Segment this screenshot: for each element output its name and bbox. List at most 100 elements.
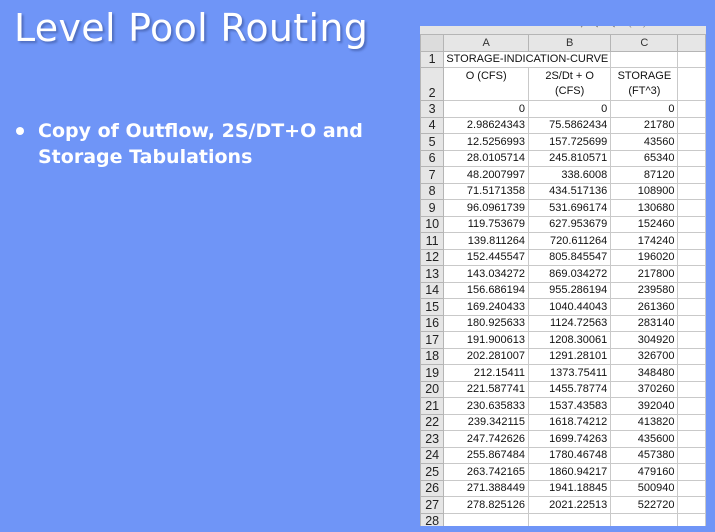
- row-header[interactable]: 28: [420, 512, 445, 526]
- select-all-corner[interactable]: [420, 34, 445, 52]
- header-cell-storage[interactable]: STORAGE (FT^3): [610, 67, 679, 101]
- cell-b[interactable]: 1455.78774: [528, 380, 612, 398]
- cell-c[interactable]: 65340: [610, 149, 679, 167]
- cell-c[interactable]: 196020: [610, 248, 679, 266]
- cell[interactable]: [677, 265, 706, 283]
- cell-a[interactable]: [443, 512, 530, 526]
- cell[interactable]: [677, 182, 706, 200]
- cell-b[interactable]: 157.725699: [528, 133, 612, 151]
- cell-a[interactable]: 139.811264: [443, 232, 530, 250]
- cell-b[interactable]: 869.034272: [528, 265, 612, 283]
- cell-a[interactable]: 156.686194: [443, 281, 530, 299]
- row-header[interactable]: 18: [420, 347, 445, 365]
- cell-b[interactable]: 1780.46748: [528, 446, 612, 464]
- cell-b[interactable]: 1291.28101: [528, 347, 612, 365]
- cell-a[interactable]: 247.742626: [443, 430, 530, 448]
- cell-b[interactable]: 338.6008: [528, 166, 612, 184]
- cell-c[interactable]: 326700: [610, 347, 679, 365]
- cell-a[interactable]: 12.5256993: [443, 133, 530, 151]
- row-header[interactable]: 15: [420, 298, 445, 316]
- cell-c[interactable]: 152460: [610, 215, 679, 233]
- cell-c[interactable]: 0: [610, 100, 679, 118]
- cell-c[interactable]: 261360: [610, 298, 679, 316]
- cell[interactable]: [677, 347, 706, 365]
- cell-b[interactable]: 1373.75411: [528, 364, 612, 382]
- cell[interactable]: [677, 512, 706, 526]
- cell[interactable]: [677, 430, 706, 448]
- cell[interactable]: [677, 446, 706, 464]
- cell-b[interactable]: 0: [528, 100, 612, 118]
- cell-a[interactable]: 152.445547: [443, 248, 530, 266]
- cell-c[interactable]: 174240: [610, 232, 679, 250]
- cell-a[interactable]: 263.742165: [443, 463, 530, 481]
- cell-b[interactable]: 531.696174: [528, 199, 612, 217]
- cell-a[interactable]: 2.98624343: [443, 116, 530, 134]
- cell[interactable]: [677, 479, 706, 497]
- cell-c[interactable]: 348480: [610, 364, 679, 382]
- cell-c[interactable]: 413820: [610, 413, 679, 431]
- cell-a[interactable]: 180.925633: [443, 314, 530, 332]
- cell-a[interactable]: 143.034272: [443, 265, 530, 283]
- column-header-d[interactable]: [677, 34, 706, 52]
- row-header[interactable]: 5: [420, 133, 445, 151]
- cell-c[interactable]: 435600: [610, 430, 679, 448]
- cell-b[interactable]: 2021.22513: [528, 496, 612, 514]
- cell-c[interactable]: 217800: [610, 265, 679, 283]
- row-header[interactable]: 19: [420, 364, 445, 382]
- cell-a[interactable]: 169.240433: [443, 298, 530, 316]
- cell[interactable]: [677, 331, 706, 349]
- cell[interactable]: [677, 116, 706, 134]
- cell[interactable]: [677, 397, 706, 415]
- row-header[interactable]: 2: [420, 67, 445, 101]
- row-header[interactable]: 3: [420, 100, 445, 118]
- cell-a[interactable]: 278.825126: [443, 496, 530, 514]
- cell-a[interactable]: 96.0961739: [443, 199, 530, 217]
- cell-a[interactable]: 239.342115: [443, 413, 530, 431]
- cell-b[interactable]: 955.286194: [528, 281, 612, 299]
- cell-c[interactable]: 108900: [610, 182, 679, 200]
- cell-a[interactable]: 271.388449: [443, 479, 530, 497]
- row-header[interactable]: 27: [420, 496, 445, 514]
- cell-b[interactable]: 720.611264: [528, 232, 612, 250]
- row-header[interactable]: 6: [420, 149, 445, 167]
- column-header-a[interactable]: A: [443, 34, 530, 52]
- cell-c[interactable]: 500940: [610, 479, 679, 497]
- cell[interactable]: [677, 248, 706, 266]
- row-header[interactable]: 24: [420, 446, 445, 464]
- row-header[interactable]: 8: [420, 182, 445, 200]
- row-header[interactable]: 20: [420, 380, 445, 398]
- cell[interactable]: [610, 50, 679, 68]
- row-header[interactable]: 11: [420, 232, 445, 250]
- row-header[interactable]: 1: [420, 50, 445, 68]
- cell[interactable]: [677, 100, 706, 118]
- cell[interactable]: [677, 232, 706, 250]
- cell-c[interactable]: 370260: [610, 380, 679, 398]
- cell[interactable]: [677, 199, 706, 217]
- cell-c[interactable]: 239580: [610, 281, 679, 299]
- cell-c[interactable]: 87120: [610, 166, 679, 184]
- cell-c[interactable]: 522720: [610, 496, 679, 514]
- cell-a[interactable]: 0: [443, 100, 530, 118]
- cell[interactable]: [677, 133, 706, 151]
- cell-a[interactable]: 230.635833: [443, 397, 530, 415]
- header-cell-2s-dt-o[interactable]: 2S/Dt + O (CFS): [528, 67, 612, 101]
- cell[interactable]: [677, 50, 706, 68]
- cell-b[interactable]: 627.953679: [528, 215, 612, 233]
- cell-b[interactable]: 1124.72563: [528, 314, 612, 332]
- cell-a[interactable]: 48.2007997: [443, 166, 530, 184]
- cell-b[interactable]: 75.5862434: [528, 116, 612, 134]
- row-header[interactable]: 26: [420, 479, 445, 497]
- row-header[interactable]: 23: [420, 430, 445, 448]
- row-header[interactable]: 12: [420, 248, 445, 266]
- row-header[interactable]: 9: [420, 199, 445, 217]
- cell-a[interactable]: 212.15411: [443, 364, 530, 382]
- cell-b[interactable]: 1860.94217: [528, 463, 612, 481]
- row-header[interactable]: 21: [420, 397, 445, 415]
- row-header[interactable]: 7: [420, 166, 445, 184]
- cell-c[interactable]: 479160: [610, 463, 679, 481]
- cell[interactable]: [677, 67, 706, 101]
- cell-c[interactable]: 21780: [610, 116, 679, 134]
- cell-c[interactable]: 130680: [610, 199, 679, 217]
- cell-a[interactable]: 71.5171358: [443, 182, 530, 200]
- cell-c[interactable]: 457380: [610, 446, 679, 464]
